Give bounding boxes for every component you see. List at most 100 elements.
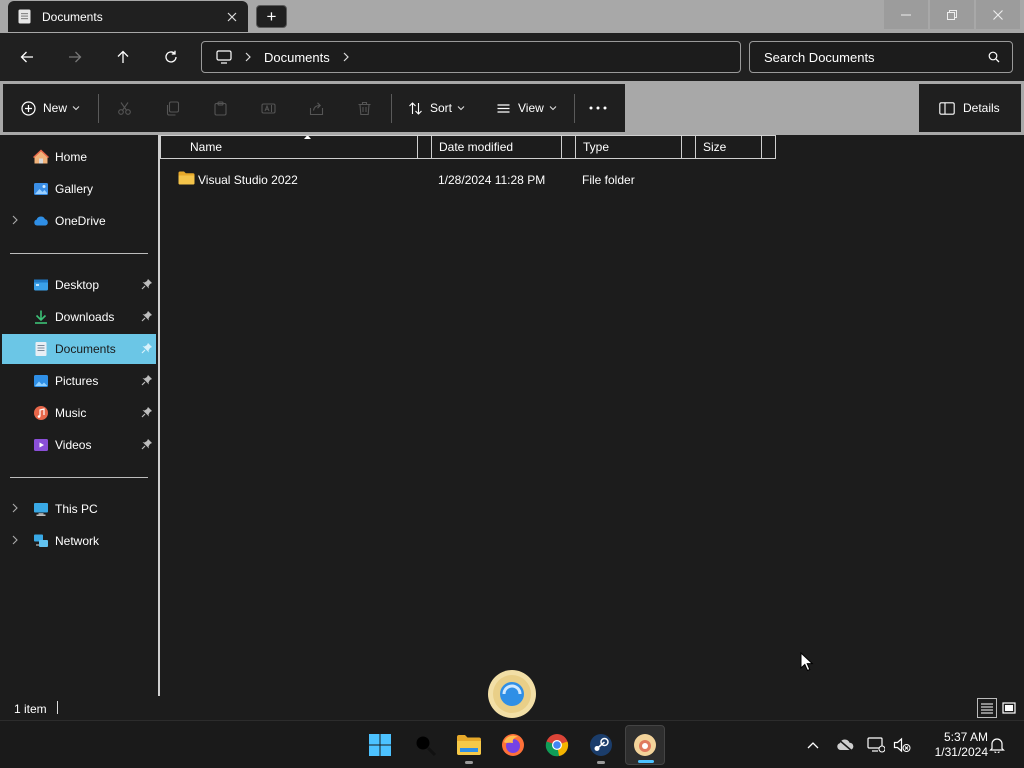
column-separator[interactable] [761, 135, 762, 159]
back-button[interactable] [12, 42, 42, 72]
more-options-button[interactable] [589, 84, 607, 132]
column-header-label: Date modified [439, 140, 514, 154]
steam-taskbar-button[interactable] [581, 725, 621, 765]
sidebar-item-network[interactable]: Network [2, 526, 156, 556]
command-bar-region: New Sort View Details [0, 81, 1024, 135]
show-hidden-icons-button[interactable] [803, 735, 823, 755]
sidebar-item-pictures[interactable]: Pictures [2, 366, 156, 396]
file-explorer-icon [457, 735, 481, 755]
gallery-icon [34, 183, 48, 195]
volume-muted-icon [893, 737, 911, 753]
status-separator [57, 701, 58, 714]
chevron-right-icon[interactable] [11, 503, 19, 513]
column-header-size[interactable]: Size [695, 135, 761, 159]
copy-button[interactable] [165, 84, 180, 132]
pin-icon[interactable] [141, 310, 153, 322]
share-button[interactable] [309, 84, 324, 132]
clipboard-icon [214, 100, 227, 116]
view-button[interactable]: View [496, 84, 557, 132]
column-separator[interactable] [695, 135, 696, 159]
search-input[interactable] [764, 49, 988, 65]
sidebar-item-label: This PC [55, 502, 98, 516]
column-separator[interactable] [431, 135, 432, 159]
chevron-up-icon [807, 742, 819, 749]
column-header-type[interactable]: Type [575, 135, 681, 159]
column-separator[interactable] [575, 135, 576, 159]
volume-tray-button[interactable] [892, 735, 912, 755]
sidebar-item-gallery[interactable]: Gallery [2, 174, 156, 204]
chevron-right-icon[interactable] [11, 535, 19, 545]
tab-documents[interactable]: Documents [8, 1, 248, 32]
sidebar-item-desktop[interactable]: Desktop [2, 270, 156, 300]
list-view-icon [497, 103, 510, 113]
details-button[interactable]: Details [919, 84, 1021, 132]
minimize-button[interactable] [884, 0, 928, 29]
search-taskbar-button[interactable] [405, 725, 445, 765]
column-resize-gap [681, 135, 695, 159]
rename-icon [261, 102, 276, 114]
paste-button[interactable] [213, 84, 228, 132]
sort-label: Sort [430, 101, 453, 115]
column-header-date-modified[interactable]: Date modified [431, 135, 561, 159]
close-window-button[interactable] [976, 0, 1020, 29]
onedrive-tray-button[interactable] [835, 735, 855, 755]
navigation-bar: Documents [0, 33, 1024, 81]
arrow-up-icon [117, 50, 129, 63]
pin-icon[interactable] [141, 342, 153, 354]
pin-icon[interactable] [141, 374, 153, 386]
column-separator[interactable] [417, 135, 418, 159]
copy-icon [166, 100, 180, 116]
pin-icon[interactable] [141, 278, 153, 290]
sidebar-item-home[interactable]: Home [2, 142, 156, 172]
new-tab-button[interactable]: + [256, 5, 287, 28]
sidebar-item-videos[interactable]: Videos [2, 430, 156, 460]
file-explorer-taskbar-button[interactable] [449, 725, 489, 765]
large-icons-view-button[interactable] [999, 698, 1019, 718]
notifications-button[interactable] [987, 735, 1007, 755]
restore-button[interactable] [930, 0, 974, 29]
sidebar-item-onedrive[interactable]: OneDrive [2, 206, 156, 236]
rename-button[interactable] [261, 84, 276, 132]
this-pc-icon [34, 503, 48, 516]
chevron-right-icon[interactable] [11, 215, 19, 225]
sidebar-item-label: Downloads [55, 310, 115, 324]
sidebar-item-label: Pictures [55, 374, 99, 388]
chevron-right-icon[interactable] [244, 52, 252, 62]
breadcrumb-documents[interactable]: Documents [264, 50, 330, 65]
system-clock[interactable]: 5:37 AM 1/31/2024 [918, 730, 988, 760]
sidebar-item-documents[interactable]: Documents [2, 334, 156, 364]
forward-button[interactable] [60, 42, 90, 72]
tab-close-button[interactable] [216, 1, 248, 32]
column-header-name[interactable]: Name [160, 135, 417, 159]
chrome-taskbar-button[interactable] [537, 725, 577, 765]
refresh-icon [165, 50, 177, 63]
up-button[interactable] [108, 42, 138, 72]
details-view-button[interactable] [977, 698, 997, 718]
chevron-right-icon[interactable] [342, 52, 350, 62]
delete-button[interactable] [357, 84, 372, 132]
close-icon [227, 12, 237, 21]
firefox-taskbar-button[interactable] [493, 725, 533, 765]
pinned-app-taskbar-button[interactable] [625, 725, 665, 765]
divider [98, 94, 99, 123]
network-tray-button[interactable] [866, 735, 886, 755]
firefox-icon [502, 734, 524, 756]
sidebar-item-this-pc[interactable]: This PC [2, 494, 156, 524]
chevron-down-icon [549, 106, 557, 111]
pin-icon[interactable] [141, 406, 153, 418]
sidebar-item-music[interactable]: Music [2, 398, 156, 428]
search-box[interactable] [749, 41, 1013, 73]
column-separator[interactable] [561, 135, 562, 159]
start-button[interactable] [360, 725, 400, 765]
column-separator[interactable] [681, 135, 682, 159]
file-row[interactable]: Visual Studio 2022 1/28/2024 11:28 PM Fi… [160, 167, 776, 191]
address-bar[interactable]: Documents [201, 41, 741, 73]
pin-icon[interactable] [141, 438, 153, 450]
cut-button[interactable] [117, 84, 132, 132]
desktop-icon [34, 279, 48, 291]
sidebar-divider [10, 253, 148, 254]
sidebar-item-downloads[interactable]: Downloads [2, 302, 156, 332]
sort-button[interactable]: Sort [408, 84, 465, 132]
new-button[interactable]: New [21, 84, 80, 132]
refresh-button[interactable] [156, 42, 186, 72]
